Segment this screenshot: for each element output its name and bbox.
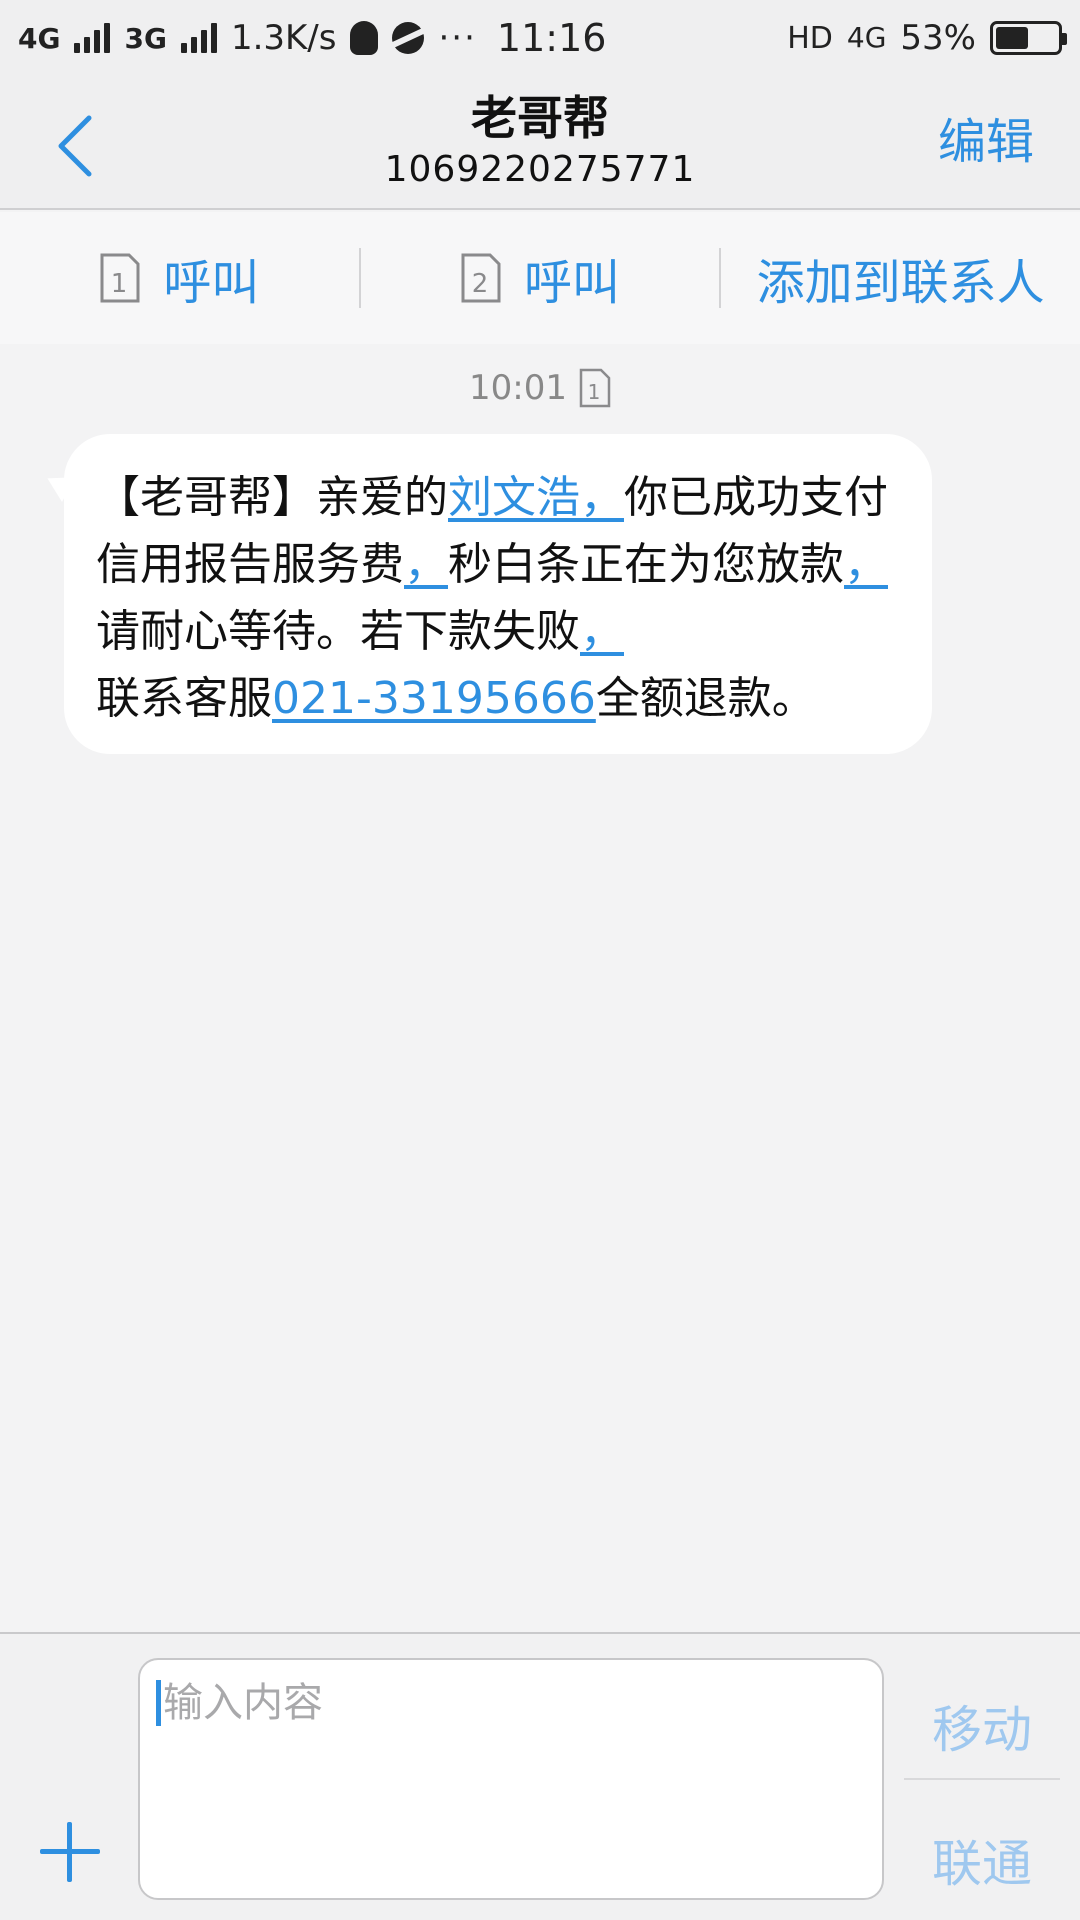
message-link-phone[interactable]: 021-33195666 — [272, 673, 596, 724]
message-text: 【老哥帮】亲爱的 — [96, 472, 448, 523]
status-bar: 4G 3G 1.3K/s ··· 11:16 HD 4G 53% — [0, 0, 1080, 76]
message-link-comma[interactable]: ， — [404, 539, 448, 590]
sim-card-2-icon: 2 — [461, 253, 501, 303]
message-text: 全额退款。 — [595, 673, 816, 724]
call-sim1-label: 呼叫 — [163, 255, 260, 311]
call-sim1-button[interactable]: 1 呼叫 — [0, 212, 359, 344]
back-button[interactable] — [40, 106, 110, 186]
message-link-comma[interactable]: ， — [844, 539, 888, 590]
message-text: 联系客服 — [96, 673, 272, 724]
lte-indicator: 4G — [846, 21, 887, 54]
sim-card-1-number: 1 — [111, 269, 128, 299]
battery-icon — [990, 21, 1067, 55]
message-link-name[interactable]: 刘文浩， — [448, 472, 624, 523]
qq-icon — [350, 21, 379, 55]
send-sim1-button[interactable]: 移动 — [904, 1690, 1060, 1762]
clock: 11:16 — [496, 16, 607, 60]
signal-icon-2 — [180, 23, 217, 53]
signal-icon-1 — [74, 23, 111, 53]
message-input-container — [138, 1658, 884, 1900]
message-link-comma[interactable]: ， — [580, 606, 624, 657]
sim-card-1-icon: 1 — [579, 368, 611, 408]
network-type-2: 3G — [124, 21, 167, 55]
battery-percent: 53% — [900, 18, 976, 58]
timestamp-text: 10:01 — [469, 368, 567, 408]
message-composer: 移动 联通 — [0, 1632, 1080, 1920]
sim-card-2-number: 2 — [472, 269, 489, 299]
call-sim2-button[interactable]: 2 呼叫 — [361, 212, 720, 344]
contact-number: 1069220275771 — [384, 149, 696, 190]
message-text: 秒白条正在为您放款 — [448, 539, 844, 590]
contact-action-bar: 1 呼叫 2 呼叫 添加到联系人 — [0, 212, 1080, 344]
edit-button[interactable]: 编辑 — [938, 110, 1034, 174]
add-to-contacts-button[interactable]: 添加到联系人 — [721, 212, 1080, 344]
incoming-message-bubble[interactable]: 【老哥帮】亲爱的刘文浩，你已成功支付信用报告服务费，秒白条正在为您放款，请耐心等… — [64, 434, 932, 754]
message-timestamp: 10:01 1 — [0, 368, 1080, 408]
send-sim2-button[interactable]: 联通 — [904, 1824, 1060, 1896]
attach-button[interactable] — [40, 1822, 100, 1882]
call-sim2-label: 呼叫 — [524, 255, 621, 311]
globe-icon — [392, 22, 425, 54]
contact-info: 老哥帮 1069220275771 — [290, 88, 790, 192]
hd-indicator: HD — [787, 20, 833, 56]
sim-card-1-icon: 1 — [100, 253, 140, 303]
divider — [904, 1778, 1060, 1780]
timestamp-sim-number: 1 — [588, 380, 601, 404]
chevron-left-icon — [58, 115, 92, 177]
more-notifications-icon: ··· — [438, 18, 477, 58]
network-type-1: 4G — [18, 21, 61, 55]
network-speed: 1.3K/s — [230, 18, 337, 58]
message-input[interactable] — [156, 1680, 866, 1726]
add-to-contacts-label: 添加到联系人 — [756, 255, 1045, 311]
status-bar-right: HD 4G 53% — [787, 18, 1067, 58]
contact-name: 老哥帮 — [471, 91, 609, 145]
battery-fill — [996, 27, 1028, 49]
status-bar-left: 4G 3G 1.3K/s ··· 11:16 — [18, 16, 606, 60]
conversation-header: 老哥帮 1069220275771 编辑 — [0, 76, 1080, 210]
message-text: 请耐心等待。若下款失败 — [96, 606, 580, 657]
